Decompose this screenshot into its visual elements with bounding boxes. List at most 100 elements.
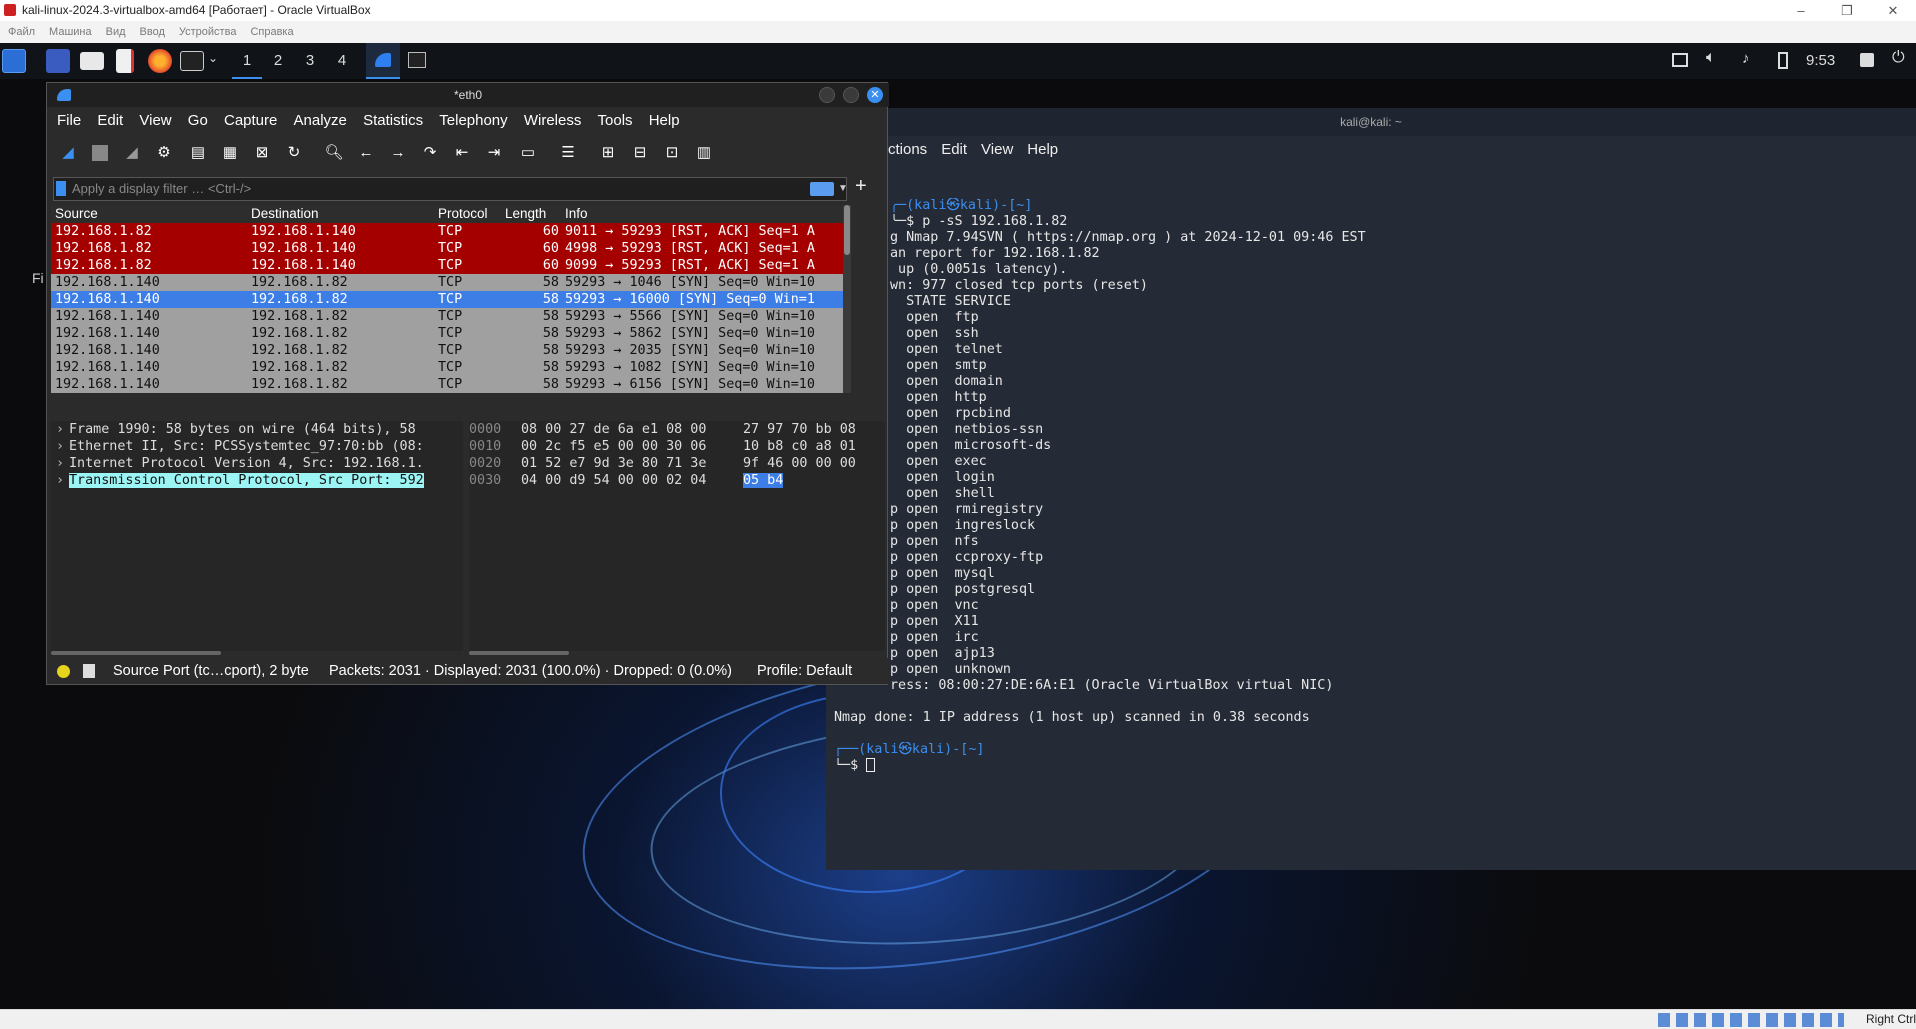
zoom-in-icon[interactable]: ⊞ xyxy=(597,142,619,164)
detail-hscroll[interactable] xyxy=(51,651,463,657)
menu-file[interactable]: File xyxy=(57,112,81,129)
vbox-menu-view[interactable]: Вид xyxy=(106,26,126,38)
bookmark-icon[interactable] xyxy=(56,181,66,196)
show-desktop-icon[interactable] xyxy=(46,49,70,73)
packet-row[interactable]: 192.168.1.140 192.168.1.82 TCP 58 59293 → 61… xyxy=(51,376,843,393)
menu-view[interactable]: View xyxy=(139,112,171,129)
expand-arrow-icon[interactable]: › xyxy=(51,438,69,455)
vbox-menu-devices[interactable]: Устройства xyxy=(179,26,237,38)
find-packet-icon[interactable]: 🔍︎ xyxy=(323,142,345,164)
reload-file-icon[interactable]: ↻ xyxy=(283,142,305,164)
minimize-icon[interactable] xyxy=(819,87,835,103)
start-capture-icon[interactable]: ◢ xyxy=(57,142,79,164)
save-file-icon[interactable]: ▦ xyxy=(219,142,241,164)
autoscroll-icon[interactable]: ▭ xyxy=(517,142,539,164)
notifications-icon[interactable]: ♪ xyxy=(1742,50,1750,67)
packet-details[interactable]: › Frame 1990: 58 bytes on wire (464 bits)… xyxy=(51,421,463,651)
detail-tree-item[interactable]: › Transmission Control Protocol, Src Port… xyxy=(51,472,463,489)
col-info[interactable]: Info xyxy=(565,205,588,223)
menu-telephony[interactable]: Telephony xyxy=(439,112,507,129)
capture-options-icon[interactable]: ⚙ xyxy=(153,142,175,164)
zoom-out-icon[interactable]: ⊟ xyxy=(629,142,651,164)
menu-statistics[interactable]: Statistics xyxy=(363,112,423,129)
last-packet-icon[interactable]: ⇥ xyxy=(483,142,505,164)
display-filter-input[interactable]: Apply a display filter … <Ctrl-/> ▼ xyxy=(53,177,848,201)
maximize-icon[interactable] xyxy=(843,87,859,103)
taskbar-wireshark-button[interactable] xyxy=(366,43,400,79)
display-icon[interactable] xyxy=(1672,53,1688,67)
menu-help[interactable]: Help xyxy=(649,112,680,129)
file-manager-icon[interactable] xyxy=(80,52,104,70)
workspace-1[interactable]: 1 xyxy=(232,43,262,79)
workspace-3[interactable]: 3 xyxy=(296,43,324,79)
minimize-icon[interactable]: – xyxy=(1786,0,1816,21)
packet-row[interactable]: 192.168.1.82 192.168.1.140 TCP 60 9011 → 592… xyxy=(51,223,843,240)
add-filter-button[interactable]: + xyxy=(855,175,867,198)
menu-go[interactable]: Go xyxy=(188,112,208,129)
clock[interactable]: 9:53 xyxy=(1806,43,1835,79)
status-profile[interactable]: Profile: Default xyxy=(757,658,852,684)
expert-info-icon[interactable] xyxy=(57,665,70,678)
close-icon[interactable]: ✕ xyxy=(1878,0,1908,21)
packet-row[interactable]: 192.168.1.140 192.168.1.82 TCP 58 59293 → 55… xyxy=(51,308,843,325)
volume-icon[interactable]: 🔈︎ xyxy=(1706,49,1716,67)
vbox-menu-input[interactable]: Ввод xyxy=(140,26,165,38)
vbox-menu-help[interactable]: Справка xyxy=(250,26,293,38)
packet-row[interactable]: 192.168.1.140 192.168.1.82 TCP 58 59293 → 20… xyxy=(51,342,843,359)
go-forward-icon[interactable]: → xyxy=(387,142,409,164)
battery-icon[interactable] xyxy=(1778,52,1788,69)
apply-filter-icon[interactable] xyxy=(810,182,834,196)
kali-menu-icon[interactable] xyxy=(2,49,26,73)
text-editor-icon[interactable] xyxy=(116,49,134,73)
chevron-down-icon[interactable]: ⌄ xyxy=(208,51,218,65)
packet-row[interactable]: 192.168.1.82 192.168.1.140 TCP 60 4998 → 592… xyxy=(51,240,843,257)
colorize-icon[interactable]: ☰ xyxy=(557,142,579,164)
terminal-menu-actions[interactable]: ctions xyxy=(888,141,927,158)
restart-capture-icon[interactable]: ◢ xyxy=(121,142,143,164)
resize-columns-icon[interactable]: ▥ xyxy=(693,142,715,164)
vbox-menu-machine[interactable]: Машина xyxy=(49,26,92,38)
packet-row[interactable]: 192.168.1.140 192.168.1.82 TCP 58 59293 → 10… xyxy=(51,359,843,376)
expand-arrow-icon[interactable]: › xyxy=(51,455,69,472)
col-protocol[interactable]: Protocol xyxy=(438,205,488,223)
menu-edit[interactable]: Edit xyxy=(97,112,123,129)
menu-analyze[interactable]: Analyze xyxy=(294,112,347,129)
hex-hscroll[interactable] xyxy=(469,651,885,657)
packet-row[interactable]: 192.168.1.140 192.168.1.82 TCP 58 59293 → 16… xyxy=(51,291,843,308)
packet-row[interactable]: 192.168.1.140 192.168.1.82 TCP 58 59293 → 10… xyxy=(51,274,843,291)
lock-screen-icon[interactable] xyxy=(1860,53,1874,67)
close-file-icon[interactable]: ⊠ xyxy=(251,142,273,164)
logout-icon[interactable]: ⏻ xyxy=(1892,49,1905,67)
detail-tree-item[interactable]: › Internet Protocol Version 4, Src: 192.1… xyxy=(51,455,463,472)
taskbar-terminal-button[interactable] xyxy=(408,52,426,68)
go-to-packet-icon[interactable]: ↷ xyxy=(419,142,441,164)
firefox-icon[interactable] xyxy=(148,49,172,73)
col-length[interactable]: Length xyxy=(505,205,546,223)
first-packet-icon[interactable]: ⇤ xyxy=(451,142,473,164)
detail-tree-item[interactable]: › Ethernet II, Src: PCSSystemtec_97:70:bb… xyxy=(51,438,463,455)
menu-capture[interactable]: Capture xyxy=(224,112,277,129)
terminal-menu-view[interactable]: View xyxy=(981,141,1013,158)
terminal-window[interactable]: kali@kali: ~ ctions Edit View Help ╭─(kali㉿… xyxy=(826,108,1916,870)
detail-tree-item[interactable]: › Frame 1990: 58 bytes on wire (464 bits)… xyxy=(51,421,463,438)
col-destination[interactable]: Destination xyxy=(251,205,319,223)
expand-arrow-icon[interactable]: › xyxy=(51,472,69,489)
workspace-2[interactable]: 2 xyxy=(264,43,292,79)
wireshark-window[interactable]: *eth0 ✕ File Edit View Go Capture Analyz… xyxy=(46,82,889,685)
terminal-menu-edit[interactable]: Edit xyxy=(941,141,967,158)
packet-bytes[interactable]: 0000 08 00 27 de 6a e1 08 00 27 97 70 bb 0… xyxy=(469,421,885,651)
terminal-icon[interactable] xyxy=(180,51,204,71)
col-source[interactable]: Source xyxy=(55,205,98,223)
packet-row[interactable]: 192.168.1.82 192.168.1.140 TCP 60 9099 → 592… xyxy=(51,257,843,274)
vbox-menu-file[interactable]: Файл xyxy=(8,26,35,38)
stop-capture-icon[interactable] xyxy=(89,142,111,164)
packet-row[interactable]: 192.168.1.140 192.168.1.82 TCP 58 59293 → 58… xyxy=(51,325,843,342)
menu-wireless[interactable]: Wireless xyxy=(524,112,582,129)
packet-list-scrollbar[interactable] xyxy=(843,205,851,393)
normal-size-icon[interactable]: ⊡ xyxy=(661,142,683,164)
terminal-menu-help[interactable]: Help xyxy=(1027,141,1058,158)
expand-arrow-icon[interactable]: › xyxy=(51,421,69,438)
maximize-icon[interactable]: ❐ xyxy=(1832,0,1862,21)
vbox-device-icons[interactable] xyxy=(1658,1013,1844,1027)
packet-list[interactable]: 192.168.1.82 192.168.1.140 TCP 60 9011 → 592… xyxy=(51,223,843,393)
